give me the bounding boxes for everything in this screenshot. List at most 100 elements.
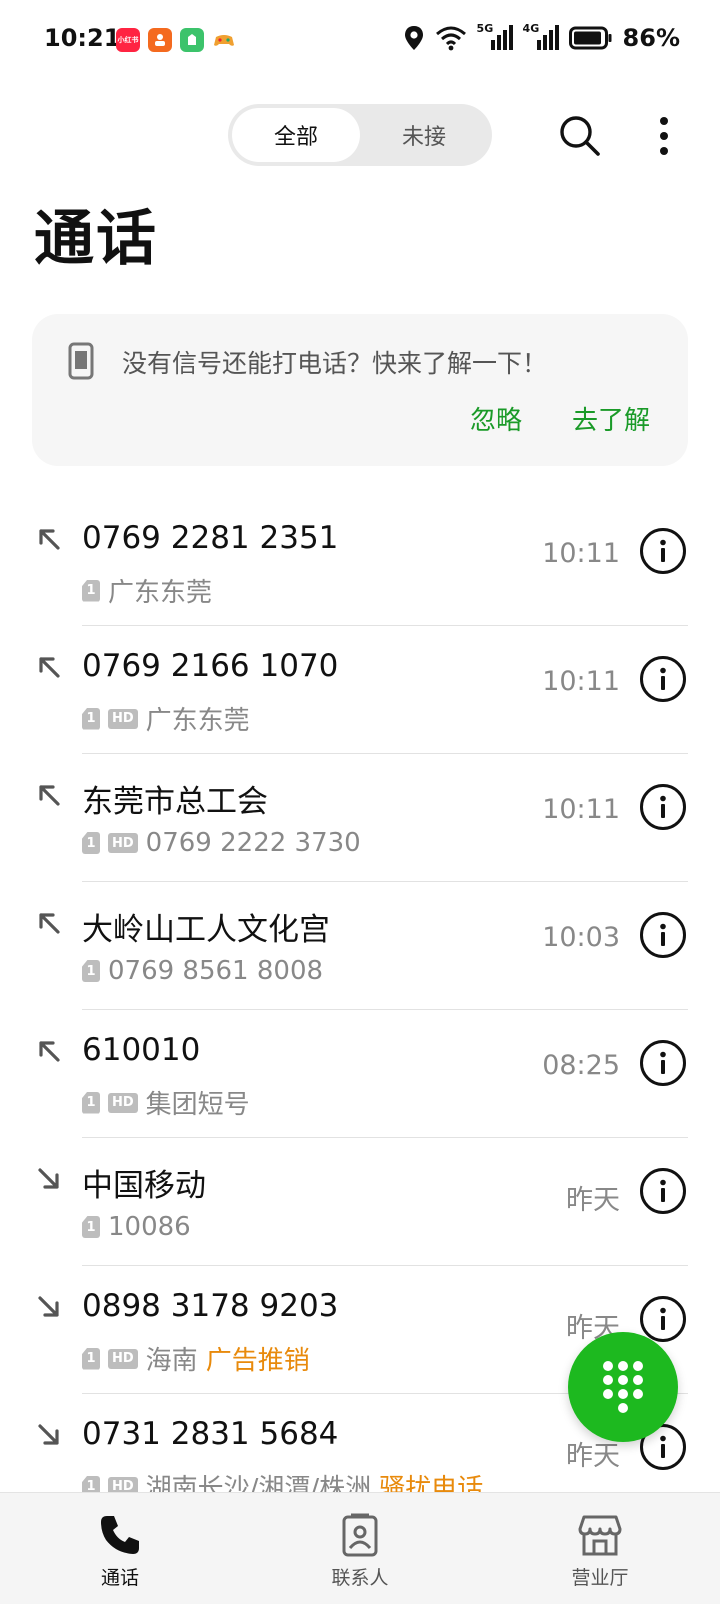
incoming-call-icon xyxy=(38,1424,59,1445)
call-log-row[interactable]: 大岭山工人文化宫 1 0769 8561 8008 10:03 xyxy=(0,882,720,1010)
page-title: 通话 xyxy=(34,204,158,274)
app-green-icon xyxy=(180,28,204,52)
search-button[interactable] xyxy=(552,108,608,164)
bottom-nav: 通话 联系人 营业厅 xyxy=(0,1492,720,1604)
call-subline: 1 HD 海南 广告推销 xyxy=(82,1340,310,1377)
call-location: 广东东莞 xyxy=(145,706,250,736)
xiaohongshu-icon: 小红书 xyxy=(116,28,140,52)
call-name: 0769 2281 2351 xyxy=(82,520,339,556)
call-info-button[interactable] xyxy=(640,528,686,574)
tip-text: 没有信号还能打电话？快来了解一下！ xyxy=(122,349,548,378)
search-icon xyxy=(560,116,600,156)
call-info-button[interactable] xyxy=(640,1040,686,1086)
info-icon xyxy=(660,923,666,946)
battery-percent: 86% xyxy=(622,24,680,52)
nav-contacts[interactable]: 联系人 xyxy=(240,1493,480,1604)
sim-badge: 1 xyxy=(82,1216,100,1238)
info-icon xyxy=(660,1179,666,1202)
nav-store[interactable]: 营业厅 xyxy=(480,1493,720,1604)
wifi-icon xyxy=(435,26,466,51)
sim-badge: 1 xyxy=(82,1091,100,1114)
incoming-call-icon xyxy=(38,1296,59,1317)
call-log-row[interactable]: 0769 2166 1070 1 HD 广东东莞 10:11 xyxy=(0,626,720,754)
info-icon xyxy=(660,1051,666,1074)
call-name: 0898 3178 9203 xyxy=(82,1288,339,1324)
info-icon xyxy=(660,795,666,818)
call-info-button[interactable] xyxy=(640,784,686,830)
call-time: 10:11 xyxy=(542,538,620,569)
call-time: 10:11 xyxy=(542,794,620,825)
tab-missed[interactable]: 未接 xyxy=(360,108,488,162)
app-orange-icon xyxy=(148,28,172,52)
outgoing-call-icon xyxy=(39,913,60,934)
call-number: 10086 xyxy=(108,1212,191,1242)
call-subline: 1 HD 广东东莞 xyxy=(82,700,250,737)
hd-badge: HD xyxy=(108,1092,138,1113)
call-info-button[interactable] xyxy=(640,1168,686,1214)
hd-badge: HD xyxy=(108,1348,138,1369)
nav-label: 营业厅 xyxy=(571,1567,629,1589)
game-icon xyxy=(212,28,236,52)
hd-badge: HD xyxy=(108,708,138,729)
hd-badge: HD xyxy=(108,833,138,853)
dialpad-icon xyxy=(603,1361,643,1413)
phone-device-icon xyxy=(68,342,94,380)
call-log-row[interactable]: 东莞市总工会 1 HD 0769 2222 3730 10:11 xyxy=(0,754,720,882)
nav-calls[interactable]: 通话 xyxy=(0,1493,240,1604)
store-icon xyxy=(578,1515,622,1556)
status-time: 10:21 xyxy=(44,24,121,52)
nav-label: 联系人 xyxy=(331,1567,389,1589)
call-name: 中国移动 xyxy=(82,1168,206,1204)
notification-icons: 小红书 xyxy=(116,28,236,52)
call-info-button[interactable] xyxy=(640,656,686,702)
call-time: 08:25 xyxy=(542,1050,620,1081)
tab-all[interactable]: 全部 xyxy=(232,108,360,162)
call-time: 10:11 xyxy=(542,666,620,697)
signal-5g-icon: 5G xyxy=(477,22,513,52)
outgoing-call-icon xyxy=(39,657,60,678)
info-icon xyxy=(660,1307,666,1330)
call-info-button[interactable] xyxy=(640,1296,686,1342)
info-icon xyxy=(660,539,666,562)
call-location: 广东东莞 xyxy=(108,578,213,608)
call-name: 610010 xyxy=(82,1032,201,1068)
call-time: 10:03 xyxy=(542,922,620,953)
spam-tag: 广告推销 xyxy=(205,1346,310,1376)
call-number: 0769 2222 3730 xyxy=(145,828,361,858)
outgoing-call-icon xyxy=(39,1041,60,1062)
call-subline: 1 HD 集团短号 xyxy=(82,1084,250,1121)
more-options-button[interactable] xyxy=(640,108,688,164)
call-log-row[interactable]: 中国移动 1 10086 昨天 xyxy=(0,1138,720,1266)
call-name: 0731 2831 5684 xyxy=(82,1416,339,1452)
outgoing-call-icon xyxy=(39,785,60,806)
call-filter-tabs: 全部 未接 xyxy=(228,104,492,166)
location-icon xyxy=(404,26,423,50)
contacts-icon xyxy=(342,1513,378,1557)
status-bar: 10:21 小红书 5G 4G 86% xyxy=(0,0,720,82)
more-vert-icon xyxy=(660,117,668,155)
call-info-button[interactable] xyxy=(640,912,686,958)
call-number: 0769 8561 8008 xyxy=(108,956,324,986)
call-name: 东莞市总工会 xyxy=(82,784,268,820)
call-log-row[interactable]: 0769 2281 2351 1 广东东莞 10:11 xyxy=(0,498,720,626)
phone-icon xyxy=(101,1516,139,1554)
sim-badge: 1 xyxy=(82,707,100,730)
dialpad-button[interactable] xyxy=(568,1332,678,1442)
tip-ignore-button[interactable]: 忽略 xyxy=(470,400,522,437)
signal-4g-icon: 4G xyxy=(523,22,559,52)
call-subline: 1 HD 0769 2222 3730 xyxy=(82,828,361,858)
call-name: 0769 2166 1070 xyxy=(82,648,339,684)
sim-badge: 1 xyxy=(82,832,100,854)
outgoing-call-icon xyxy=(39,529,60,550)
sim-badge: 1 xyxy=(82,579,100,602)
call-subline: 1 广东东莞 xyxy=(82,572,212,609)
tip-learn-button[interactable]: 去了解 xyxy=(572,400,650,437)
call-log-row[interactable]: 610010 1 HD 集团短号 08:25 xyxy=(0,1010,720,1138)
info-icon xyxy=(660,1435,666,1458)
call-location: 海南 xyxy=(145,1346,198,1376)
incoming-call-icon xyxy=(38,1168,59,1189)
call-subline: 1 0769 8561 8008 xyxy=(82,956,323,986)
call-subline: 1 10086 xyxy=(82,1212,191,1242)
call-location: 集团短号 xyxy=(145,1090,250,1120)
call-name: 大岭山工人文化宫 xyxy=(82,912,330,948)
